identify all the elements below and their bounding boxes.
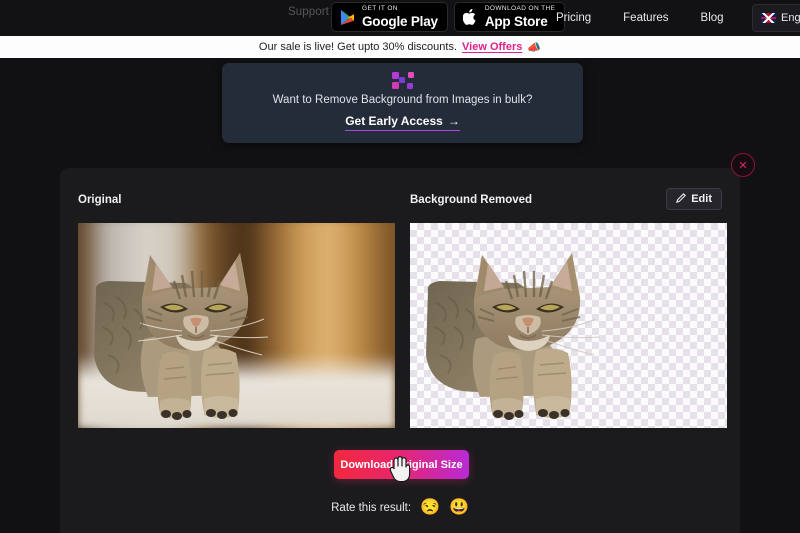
edit-label: Edit bbox=[691, 193, 712, 205]
rate-positive[interactable]: 😃 bbox=[449, 500, 469, 516]
download-original-size-button[interactable]: Download Original Size bbox=[334, 450, 469, 479]
view-offers-link[interactable]: View Offers bbox=[462, 41, 522, 53]
nav-link-pricing[interactable]: Pricing bbox=[556, 12, 591, 24]
download-label: Download Original Size bbox=[340, 458, 463, 471]
close-button[interactable]: ✕ bbox=[731, 153, 755, 177]
google-play-badge-small: GET IT ON bbox=[362, 5, 398, 12]
bulk-promo-card: Want to Remove Background from Images in… bbox=[222, 63, 583, 143]
bulk-logo-icon bbox=[391, 72, 414, 89]
pencil-icon bbox=[676, 190, 687, 208]
rate-negative[interactable]: 😒 bbox=[420, 500, 440, 516]
background-removed-label: Background Removed bbox=[410, 194, 533, 206]
original-label: Original bbox=[78, 194, 122, 206]
google-play-badge-label: Google Play bbox=[362, 13, 438, 29]
background-removed-image bbox=[410, 223, 727, 428]
top-navigation-bar: Support GET IT ON Google Play DOWNLOAD O… bbox=[0, 0, 800, 36]
store-badges: GET IT ON Google Play Download on the Ap… bbox=[331, 2, 566, 32]
nav-link-blog[interactable]: Blog bbox=[701, 12, 724, 24]
app-store-badge-label: App Store bbox=[484, 13, 548, 29]
sale-banner-message: Our sale is live! Get upto 30% discounts… bbox=[258, 41, 458, 53]
uk-flag-icon bbox=[761, 13, 776, 23]
apple-icon bbox=[462, 8, 479, 27]
language-label: English bbox=[781, 12, 800, 24]
promo-question: Want to Remove Background from Images in… bbox=[272, 94, 533, 106]
google-play-badge[interactable]: GET IT ON Google Play bbox=[331, 2, 448, 32]
app-store-badge[interactable]: Download on the App Store bbox=[453, 2, 566, 32]
sale-banner: Our sale is live! Get upto 30% discounts… bbox=[0, 36, 800, 58]
edit-button[interactable]: Edit bbox=[666, 188, 722, 210]
nav-link-features[interactable]: Features bbox=[623, 12, 668, 24]
nav-link-support[interactable]: Support bbox=[288, 6, 329, 18]
get-early-access-button[interactable]: Get Early Access → bbox=[345, 114, 460, 131]
panel-header: Original Background Removed Edit bbox=[60, 168, 740, 218]
app-store-badge-small: Download on the bbox=[484, 5, 556, 12]
cat-photo-subject bbox=[94, 253, 269, 420]
original-image bbox=[78, 223, 395, 428]
megaphone-icon: 📣 bbox=[527, 41, 542, 54]
google-play-icon bbox=[339, 8, 356, 27]
get-early-access-label: Get Early Access bbox=[345, 114, 443, 128]
close-icon: ✕ bbox=[738, 159, 748, 172]
nav-links: Pricing Features Blog bbox=[556, 0, 724, 36]
app-root: Support GET IT ON Google Play DOWNLOAD O… bbox=[0, 0, 800, 533]
language-selector[interactable]: English bbox=[752, 4, 800, 32]
rate-result-label: Rate this result: bbox=[331, 502, 412, 514]
rate-result-row: Rate this result: 😒 😃 bbox=[0, 500, 800, 516]
arrow-right-icon: → bbox=[447, 114, 460, 128]
cat-cutout-subject bbox=[426, 253, 601, 420]
